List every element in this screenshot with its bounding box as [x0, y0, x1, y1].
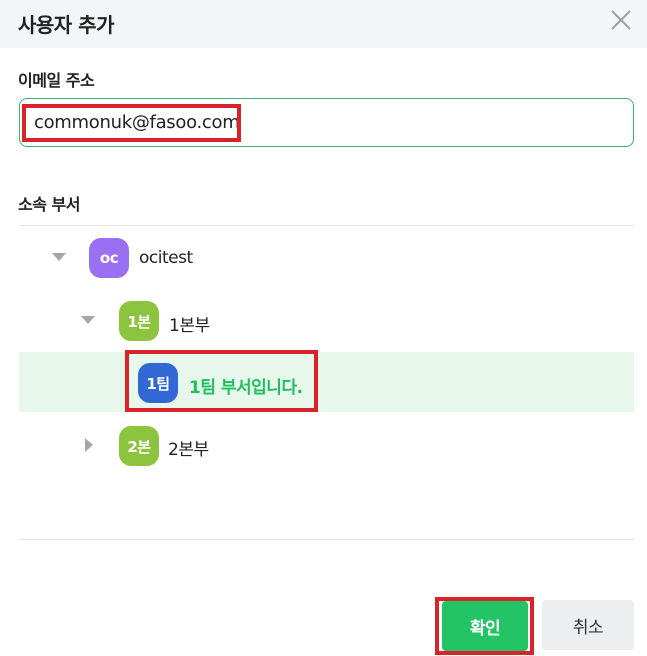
tree-node-1bonbu[interactable]: 1본 1본부 — [19, 291, 634, 351]
tree-node-1team[interactable]: 1팀 1팀 부서입니다. — [19, 352, 634, 412]
tree-node-label: 1본부 — [169, 316, 210, 336]
close-icon[interactable] — [610, 9, 632, 31]
email-highlight-box — [22, 104, 241, 142]
caret-right-icon[interactable] — [85, 438, 93, 452]
tree-node-label: 2본부 — [168, 440, 209, 460]
email-label: 이메일 주소 — [18, 71, 95, 90]
tree-node-label: ocitest — [139, 248, 193, 268]
avatar: oc — [89, 238, 129, 278]
dialog-title: 사용자 추가 — [18, 13, 114, 37]
cancel-button[interactable]: 취소 — [542, 600, 634, 650]
tree-top-divider — [19, 225, 634, 226]
avatar: 1본 — [119, 301, 159, 341]
avatar: 2본 — [119, 426, 159, 466]
tree-bottom-divider — [19, 539, 634, 540]
tree-node-ocitest[interactable]: oc ocitest — [19, 228, 634, 288]
caret-down-icon[interactable] — [81, 316, 95, 324]
department-label: 소속 부서 — [18, 195, 80, 214]
caret-down-icon[interactable] — [52, 253, 66, 261]
dialog-header: 사용자 추가 — [0, 0, 647, 48]
department-highlight-box — [125, 350, 318, 412]
tree-node-2bonbu[interactable]: 2본 2본부 — [19, 415, 634, 475]
confirm-highlight-box — [435, 597, 534, 655]
